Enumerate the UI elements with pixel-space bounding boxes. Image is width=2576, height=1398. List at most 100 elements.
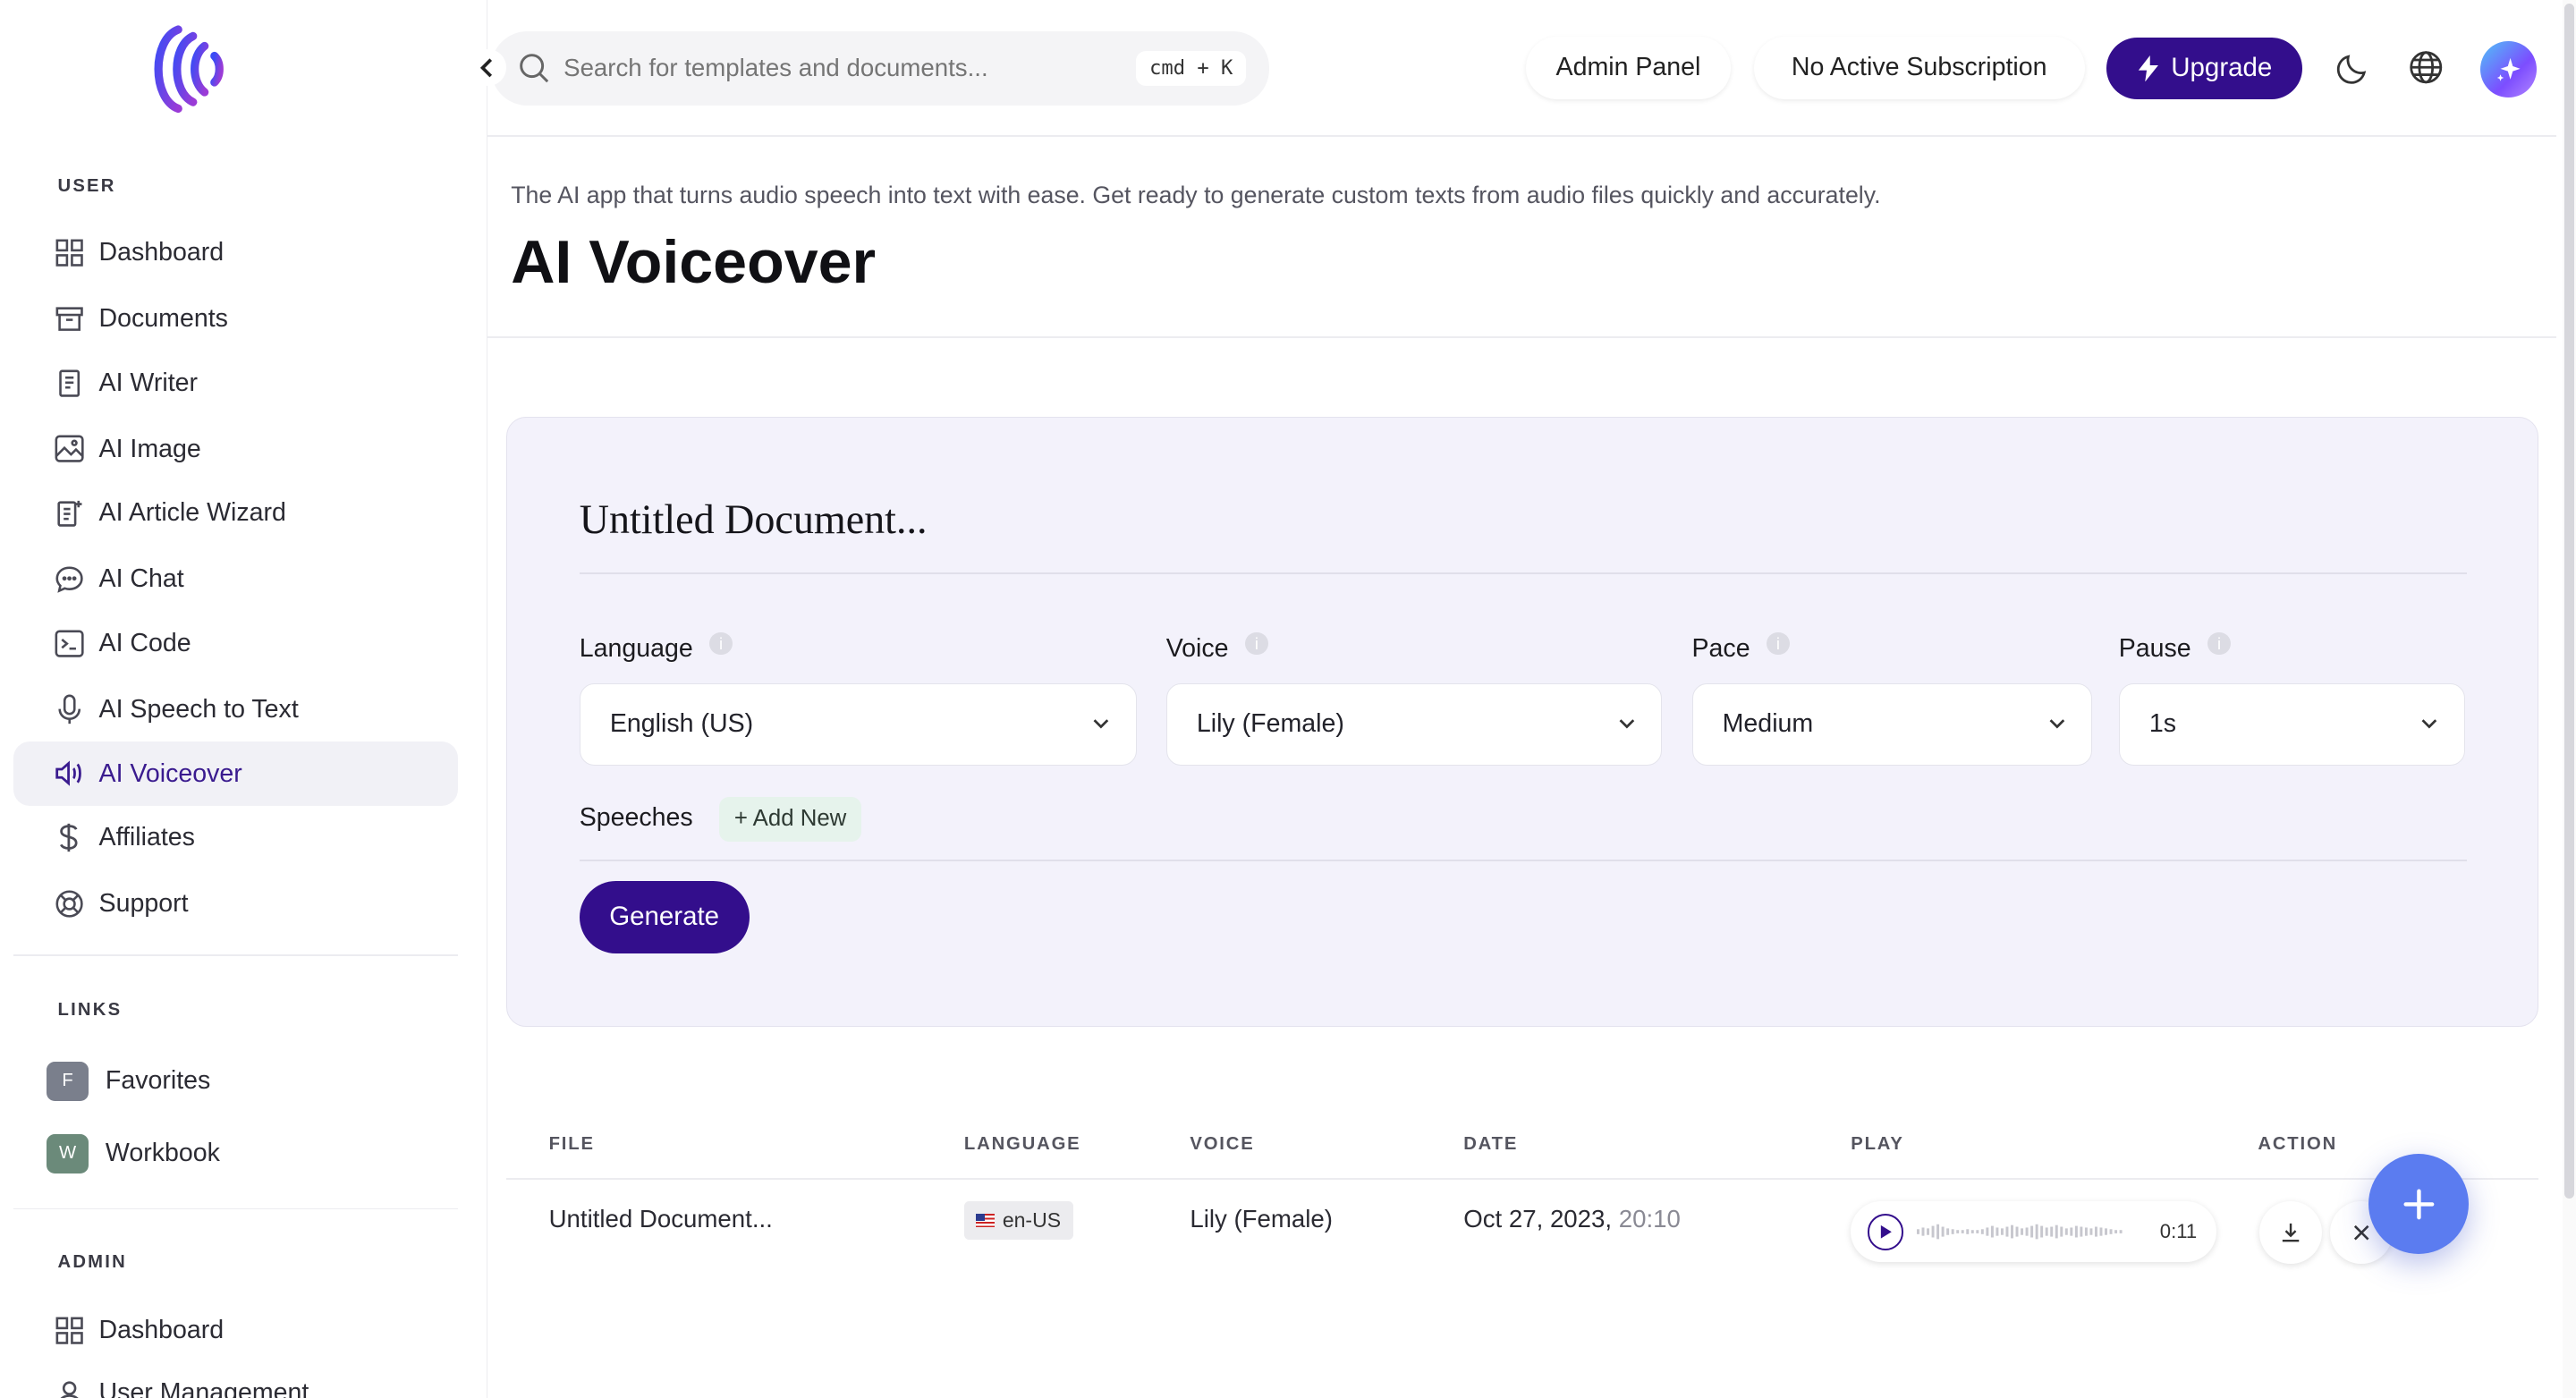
sidebar-link-label: Favorites — [105, 1066, 211, 1096]
voice-label: Voice i — [1165, 631, 1268, 664]
upgrade-button[interactable]: Upgrade — [2106, 38, 2303, 99]
us-flag-icon — [976, 1214, 995, 1227]
sidebar-link-favorites[interactable]: F Favorites — [46, 1058, 211, 1105]
info-icon[interactable]: i — [2207, 631, 2231, 656]
column-header-voice[interactable]: VOICE — [1190, 1134, 1254, 1155]
document-title[interactable]: Untitled Document... — [580, 496, 928, 543]
sidebar-item-ai-article-wizard[interactable]: AI Article Wizard — [13, 481, 459, 546]
play-button[interactable] — [1867, 1214, 1904, 1250]
info-icon[interactable]: i — [709, 631, 733, 656]
document-icon — [53, 367, 86, 400]
wizard-icon — [53, 497, 86, 530]
sidebar-link-label: Workbook — [105, 1139, 220, 1168]
sidebar-item-ai-voiceover[interactable]: AI Voiceover — [13, 741, 459, 807]
sidebar-item-affiliates[interactable]: Affiliates — [13, 806, 459, 870]
download-icon — [2282, 1224, 2300, 1242]
page-scrollbar[interactable] — [2563, 0, 2576, 1398]
pause-label-text: Pause — [2118, 633, 2191, 663]
search-input[interactable] — [564, 54, 1108, 83]
app-window: USER Dashboard Documents AI Writer AI Im… — [0, 0, 2576, 1398]
pace-label: Pace i — [1691, 631, 1790, 664]
sidebar-item-label: Support — [98, 889, 189, 919]
archive-icon — [53, 302, 86, 335]
row-file-name[interactable]: Untitled Document... — [549, 1205, 773, 1233]
upgrade-label: Upgrade — [2171, 53, 2273, 83]
app-logo[interactable] — [139, 20, 234, 119]
sidebar-item-label: User Management — [98, 1378, 309, 1398]
audio-waveform[interactable] — [1916, 1222, 2124, 1241]
row-date-text: Oct 27, 2023, — [1463, 1204, 1613, 1233]
subscription-button[interactable]: No Active Subscription — [1753, 36, 2085, 99]
sidebar-item-label: AI Voiceover — [98, 758, 242, 788]
sidebar-item-ai-image[interactable]: AI Image — [13, 417, 459, 481]
sidebar-divider — [13, 953, 459, 956]
download-button[interactable] — [2259, 1201, 2323, 1265]
chevron-down-icon — [2049, 719, 2064, 729]
section-label-links: LINKS — [57, 1000, 123, 1021]
chevron-left-icon — [480, 58, 493, 78]
add-speech-button[interactable]: + Add New — [719, 796, 861, 842]
sidebar-item-documents[interactable]: Documents — [13, 287, 459, 352]
audio-duration: 0:11 — [2159, 1219, 2198, 1242]
pause-label: Pause i — [2118, 631, 2231, 664]
voiceover-form-card: Untitled Document... Language i Voice i … — [505, 417, 2538, 1027]
sidebar-item-dashboard[interactable]: Dashboard — [13, 221, 459, 285]
language-select[interactable]: English (US) — [579, 682, 1137, 766]
sidebar-item-label: Dashboard — [98, 238, 225, 267]
sidebar-item-label: Dashboard — [98, 1316, 225, 1345]
pace-select[interactable]: Medium — [1691, 682, 2093, 766]
admin-panel-button[interactable]: Admin Panel — [1526, 36, 1731, 99]
sidebar-item-admin-dashboard[interactable]: Dashboard — [13, 1299, 459, 1363]
sidebar-link-workbook[interactable]: W Workbook — [46, 1131, 220, 1177]
card-divider — [579, 572, 2467, 575]
language-selector[interactable] — [2404, 47, 2447, 89]
pause-select[interactable]: 1s — [2118, 682, 2465, 766]
section-label-admin: ADMIN — [57, 1252, 127, 1273]
title-divider — [487, 335, 2556, 338]
sidebar-item-ai-code[interactable]: AI Code — [13, 612, 459, 676]
sidebar-item-ai-writer[interactable]: AI Writer — [13, 351, 459, 415]
scrollbar-thumb[interactable] — [2564, 3, 2575, 1199]
row-time-text: 20:10 — [1618, 1204, 1681, 1233]
sparkle-icon — [2496, 57, 2521, 81]
dollar-icon — [53, 822, 86, 855]
sidebar-item-ai-speech-to-text[interactable]: AI Speech to Text — [13, 677, 459, 741]
floating-add-button[interactable] — [2368, 1153, 2470, 1255]
user-avatar[interactable] — [2480, 41, 2537, 97]
language-select-value: English (US) — [609, 709, 754, 739]
play-icon — [1880, 1224, 1892, 1239]
sidebar-collapse-button[interactable] — [470, 49, 506, 86]
column-header-date[interactable]: DATE — [1463, 1134, 1518, 1155]
sidebar-item-label: AI Speech to Text — [98, 694, 299, 724]
audio-player: 0:11 — [1851, 1201, 2217, 1263]
chevron-down-icon — [1619, 719, 1634, 729]
sidebar-item-user-management[interactable]: User Management — [13, 1361, 459, 1398]
pace-label-text: Pace — [1691, 633, 1750, 663]
sidebar-item-label: AI Writer — [98, 368, 199, 397]
sidebar-item-support[interactable]: Support — [13, 872, 459, 936]
sidebar: USER Dashboard Documents AI Writer AI Im… — [0, 0, 488, 1398]
search-bar[interactable]: cmd + K — [491, 31, 1269, 106]
info-icon[interactable]: i — [1244, 631, 1268, 656]
column-header-play[interactable]: PLAY — [1851, 1134, 1904, 1155]
sidebar-item-ai-chat[interactable]: AI Chat — [13, 547, 459, 612]
pace-select-value: Medium — [1722, 709, 1814, 739]
table-header-divider — [505, 1178, 2538, 1181]
column-header-action[interactable]: ACTION — [2258, 1134, 2337, 1155]
info-icon[interactable]: i — [1767, 631, 1790, 656]
voice-select[interactable]: Lily (Female) — [1165, 682, 1663, 766]
lifebuoy-icon — [53, 887, 86, 920]
column-header-language[interactable]: LANGUAGE — [964, 1134, 1081, 1155]
chat-icon — [53, 563, 86, 596]
sidebar-item-label: AI Image — [98, 434, 201, 463]
chevron-down-icon — [2421, 719, 2437, 729]
generate-button[interactable]: Generate — [579, 880, 750, 953]
sidebar-item-label: AI Code — [98, 629, 191, 658]
column-header-file[interactable]: FILE — [549, 1134, 595, 1155]
voice-label-text: Voice — [1165, 633, 1229, 663]
sidebar-item-label: AI Article Wizard — [98, 498, 286, 528]
image-icon — [53, 433, 86, 466]
globe-icon — [2410, 51, 2443, 84]
moon-icon — [2336, 55, 2367, 84]
dark-mode-toggle[interactable] — [2332, 47, 2375, 89]
